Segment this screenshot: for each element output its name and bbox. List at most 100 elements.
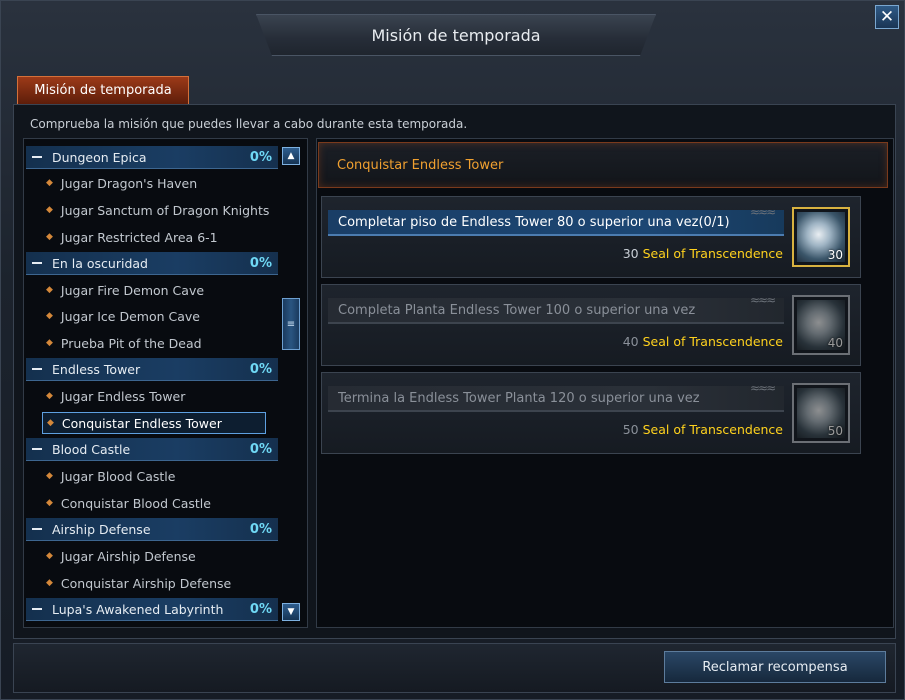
list-item-label: Jugar Ice Demon Cave	[60, 308, 200, 324]
category-header[interactable]: Dungeon Epica 0%	[26, 146, 278, 169]
arrow-up-icon: ▲	[287, 151, 295, 161]
category-name: Lupa's Awakened Labyrinth	[52, 601, 224, 617]
list-item[interactable]: ◆ Jugar Fire Demon Cave	[46, 280, 204, 300]
reward-slot[interactable]: 50	[792, 383, 850, 443]
quest-reward: 30 Seal of Transcendence	[623, 246, 783, 261]
category-progress: 0%	[249, 601, 272, 617]
category-header[interactable]: Endless Tower 0%	[26, 358, 278, 381]
window-title: Misión de temporada	[371, 25, 541, 45]
quest-title: Termina la Endless Tower Planta 120 o su…	[328, 386, 784, 412]
quest-row[interactable]: Completa Planta Endless Tower 100 o supe…	[321, 284, 861, 366]
selected-mission-label: Conquistar Endless Tower	[337, 157, 504, 173]
selected-mission-title: Conquistar Endless Tower	[318, 142, 888, 188]
list-item[interactable]: ◆ Jugar Airship Defense	[46, 546, 196, 566]
bullet-icon: ◆	[46, 232, 53, 242]
bullet-icon: ◆	[46, 578, 53, 588]
list-item-label: Conquistar Blood Castle	[60, 495, 211, 511]
list-item-label: Jugar Restricted Area 6-1	[60, 229, 218, 245]
quest-row[interactable]: Termina la Endless Tower Planta 120 o su…	[321, 372, 861, 454]
bullet-icon: ◆	[46, 391, 53, 401]
list-item[interactable]: ◆ Jugar Sanctum of Dragon Knights	[46, 200, 269, 220]
bullet-icon: ◆	[46, 551, 53, 561]
seal-icon: 50	[797, 388, 845, 438]
category-name: Dungeon Epica	[52, 149, 147, 165]
bullet-icon: ◆	[46, 338, 53, 348]
list-item-label: Prueba Pit of the Dead	[60, 335, 202, 351]
list-item-selected[interactable]: ◆ Conquistar Endless Tower	[42, 412, 266, 434]
category-progress: 0%	[249, 255, 272, 271]
collapse-icon	[32, 528, 42, 530]
list-item[interactable]: ◆ Conquistar Blood Castle	[46, 493, 211, 513]
bullet-icon: ◆	[46, 178, 53, 188]
category-progress: 0%	[249, 149, 272, 165]
category-name: Blood Castle	[52, 441, 131, 457]
list-item[interactable]: ◆ Jugar Blood Castle	[46, 466, 175, 486]
scroll-up-button[interactable]: ▲	[282, 147, 300, 165]
category-header[interactable]: En la oscuridad 0%	[26, 252, 278, 275]
category-name: En la oscuridad	[52, 255, 148, 271]
quest-reward: 50 Seal of Transcendence	[623, 422, 783, 437]
category-progress: 0%	[249, 441, 272, 457]
collapse-icon	[32, 448, 42, 450]
list-item[interactable]: ◆ Jugar Endless Tower	[46, 386, 185, 406]
quest-title-text: Termina la Endless Tower Planta 120 o su…	[338, 390, 700, 406]
ornament-icon: ≈≈≈	[750, 205, 776, 219]
reward-amount: 50	[622, 422, 639, 437]
mission-description: Comprueba la misión que puedes llevar a …	[30, 117, 468, 131]
list-item[interactable]: ◆ Jugar Ice Demon Cave	[46, 306, 200, 326]
list-item-label: Jugar Endless Tower	[60, 388, 186, 404]
reward-count: 30	[827, 248, 843, 262]
collapse-icon	[32, 368, 42, 370]
list-item[interactable]: ◆ Jugar Dragon's Haven	[46, 173, 197, 193]
grip-icon: ≡	[286, 318, 296, 330]
list-item-label: Jugar Fire Demon Cave	[60, 282, 205, 298]
close-button[interactable]: ✕	[875, 5, 899, 29]
bullet-icon: ◆	[46, 285, 53, 295]
arrow-down-icon: ▼	[287, 607, 295, 617]
quest-title-text: Completa Planta Endless Tower 100 o supe…	[338, 302, 696, 318]
tab-label: Misión de temporada	[34, 83, 172, 98]
quest-reward: 40 Seal of Transcendence	[623, 334, 783, 349]
seal-icon: 30	[797, 212, 845, 262]
list-item-label: Jugar Airship Defense	[60, 548, 196, 564]
scrollbar-thumb[interactable]: ≡	[282, 298, 300, 350]
quest-title: Completa Planta Endless Tower 100 o supe…	[328, 298, 784, 324]
reward-slot[interactable]: 30	[792, 207, 850, 267]
category-header[interactable]: Airship Defense 0%	[26, 518, 278, 541]
claim-reward-button[interactable]: Reclamar recompensa	[664, 651, 886, 683]
list-item-label: Conquistar Endless Tower	[61, 415, 222, 431]
ornament-icon: ≈≈≈	[750, 293, 776, 307]
list-item[interactable]: ◆ Jugar Restricted Area 6-1	[46, 227, 218, 247]
claim-reward-label: Reclamar recompensa	[702, 659, 848, 675]
collapse-icon	[32, 156, 42, 158]
ornament-icon: ≈≈≈	[750, 381, 776, 395]
list-item-label: Jugar Dragon's Haven	[60, 175, 198, 191]
bullet-icon: ◆	[46, 311, 53, 321]
list-item-label: Jugar Sanctum of Dragon Knights	[60, 202, 270, 218]
quest-title-text: Completar piso de Endless Tower 80 o sup…	[338, 214, 730, 230]
list-item[interactable]: ◆ Conquistar Airship Defense	[46, 573, 231, 593]
title-bar: Misión de temporada	[256, 14, 656, 56]
list-item-label: Jugar Blood Castle	[60, 468, 176, 484]
category-header[interactable]: Blood Castle 0%	[26, 438, 278, 461]
category-progress: 0%	[249, 521, 272, 537]
list-item[interactable]: ◆ Prueba Pit of the Dead	[46, 333, 202, 353]
reward-item: Seal of Transcendence	[642, 246, 783, 261]
reward-count: 40	[827, 336, 843, 350]
seal-icon: 40	[797, 300, 845, 350]
reward-amount: 40	[622, 334, 639, 349]
reward-amount: 30	[622, 246, 639, 261]
bullet-icon: ◆	[46, 498, 53, 508]
reward-slot[interactable]: 40	[792, 295, 850, 355]
tab-season-mission[interactable]: Misión de temporada	[17, 76, 189, 104]
quest-title: Completar piso de Endless Tower 80 o sup…	[328, 210, 784, 236]
close-icon: ✕	[879, 7, 895, 27]
scroll-down-button[interactable]: ▼	[282, 603, 300, 621]
category-header[interactable]: Lupa's Awakened Labyrinth 0%	[26, 598, 278, 621]
category-progress: 0%	[249, 361, 272, 377]
reward-item: Seal of Transcendence	[642, 422, 783, 437]
bullet-icon: ◆	[46, 205, 53, 215]
reward-item: Seal of Transcendence	[642, 334, 783, 349]
quest-row[interactable]: Completar piso de Endless Tower 80 o sup…	[321, 196, 861, 278]
bullet-icon: ◆	[47, 418, 54, 428]
